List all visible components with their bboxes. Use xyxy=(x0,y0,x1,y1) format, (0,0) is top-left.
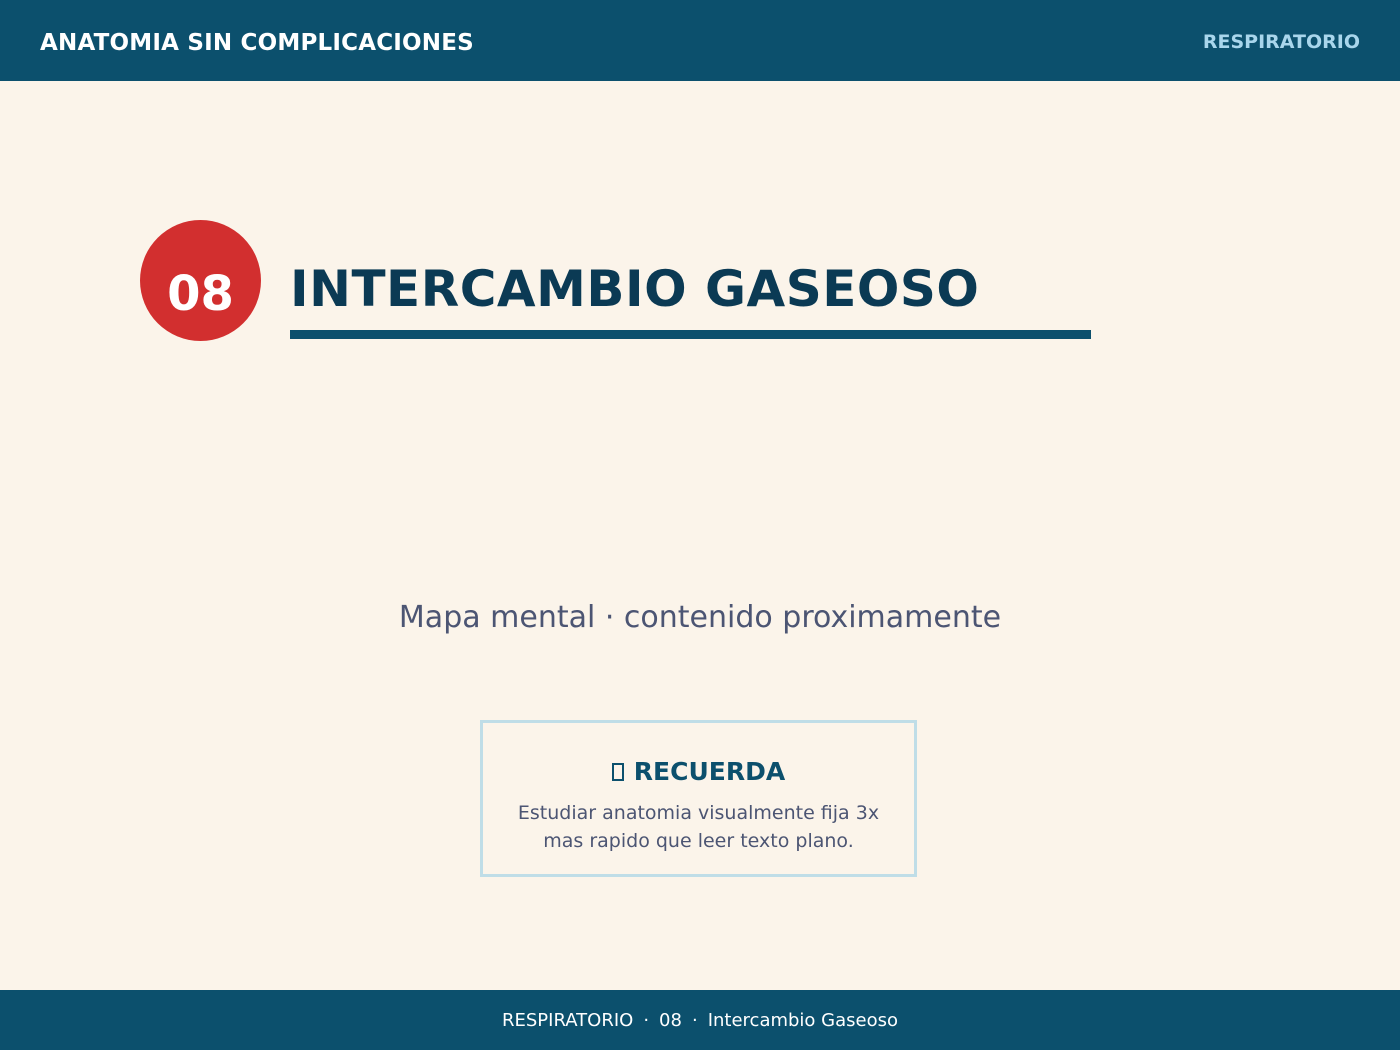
footer: RESPIRATORIO · 08 · Intercambio Gaseoso xyxy=(0,990,1400,1050)
slide-number-badge: 08 xyxy=(140,220,261,341)
title-underline xyxy=(290,330,1091,339)
tip-body: Estudiar anatomia visualmente fija 3x ma… xyxy=(517,802,880,852)
footer-separator: · xyxy=(643,1010,650,1031)
square-box-icon xyxy=(611,763,624,781)
footer-separator: · xyxy=(691,1010,698,1031)
section-label: RESPIRATORIO xyxy=(1202,31,1360,53)
tip-box: RECUERDA Estudiar anatomia visualmente f… xyxy=(480,720,917,877)
slide-title: INTERCAMBIO GASEOSO xyxy=(290,260,980,318)
tip-heading: RECUERDA xyxy=(633,757,786,786)
footer-topic: Intercambio Gaseoso xyxy=(707,1010,898,1031)
tip-heading-row: RECUERDA xyxy=(483,755,914,789)
slide-number: 08 xyxy=(167,266,234,322)
top-header: ANATOMIA SIN COMPLICACIONES RESPIRATORIO xyxy=(0,0,1400,81)
course-title: ANATOMIA SIN COMPLICACIONES xyxy=(40,30,474,56)
slide-subtitle: Mapa mental · contenido proximamente xyxy=(398,600,1002,635)
footer-section: RESPIRATORIO xyxy=(502,1010,634,1031)
footer-breadcrumb: RESPIRATORIO · 08 · Intercambio Gaseoso xyxy=(0,1009,1400,1033)
footer-number: 08 xyxy=(659,1010,682,1031)
